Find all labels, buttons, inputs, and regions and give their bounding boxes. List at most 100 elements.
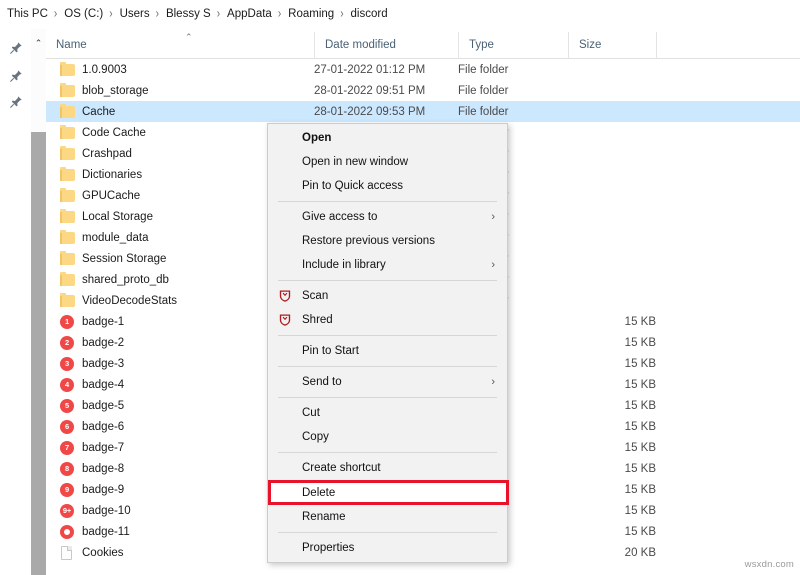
breadcrumb-separator: › [277,7,282,21]
menu-item-cut[interactable]: Cut [268,401,507,425]
menu-item-label: Restore previous versions [302,235,435,247]
pin-icon[interactable] [9,41,23,55]
menu-item-send-to[interactable]: Send to › [268,370,507,394]
folder-icon [60,82,75,98]
file-name-label: badge-9 [82,483,125,496]
folder-icon [60,187,75,203]
file-name-label: Crashpad [82,147,132,160]
menu-item-restore-previous-versions[interactable]: Restore previous versions [268,229,507,253]
file-name-label: badge-5 [82,399,125,412]
badge-icon: 7 [60,440,75,455]
file-size-cell: 15 KB [624,378,656,391]
file-size-cell: 15 KB [624,525,656,538]
scrollbar-thumb[interactable] [31,132,46,575]
menu-item-pin-to-quick-access[interactable]: Pin to Quick access [268,174,507,198]
breadcrumb-item-blessy-s[interactable]: Blessy S [163,8,214,20]
context-menu: Open Open in new window Pin to Quick acces… [267,123,509,563]
folder-icon [60,166,75,182]
folder-icon [60,145,75,161]
file-size-cell [568,59,656,80]
column-header-type[interactable]: Type [458,32,568,58]
table-row[interactable]: blob_storage 28-01-2022 09:51 PM File fold… [46,80,800,101]
table-row[interactable]: Cache 28-01-2022 09:53 PM File folder [46,101,800,122]
file-name-label: badge-7 [82,441,125,454]
menu-item-label: Include in library [302,259,386,271]
menu-item-label: Rename [302,511,346,523]
menu-item-open[interactable]: Open [268,126,507,150]
menu-item-shred[interactable]: Shred [268,308,507,332]
file-size-cell: 15 KB [624,483,656,496]
file-date-cell: 28-01-2022 09:51 PM [314,84,426,97]
menu-separator [278,335,497,336]
breadcrumb-item-roaming[interactable]: Roaming [285,8,337,20]
file-size-cell [568,185,656,206]
breadcrumb-item-os-c[interactable]: OS (C:) [61,8,106,20]
file-name-label: badge-10 [82,504,131,517]
badge-icon: 8 [60,461,75,476]
file-size-cell: 15 KB [624,315,656,328]
column-header-size[interactable]: Size [568,32,656,58]
menu-item-pin-to-start[interactable]: Pin to Start [268,339,507,363]
menu-item-label: Open [302,132,332,144]
menu-item-include-in-library[interactable]: Include in library › [268,253,507,277]
file-name-label: blob_storage [82,84,149,97]
file-name-label: Session Storage [82,252,167,265]
menu-item-properties[interactable]: Properties [268,536,507,560]
folder-icon [60,250,75,266]
file-size-cell: 15 KB [624,462,656,475]
shield-icon [279,290,291,302]
file-name-cell[interactable]: Cache [46,101,314,122]
menu-separator [278,366,497,367]
menu-item-label: Create shortcut [302,462,381,474]
file-name-label: Cookies [82,546,124,559]
menu-item-delete[interactable]: Delete [268,480,507,505]
file-name-label: Code Cache [82,126,146,139]
menu-item-copy[interactable]: Copy [268,425,507,449]
badge-icon: 2 [60,335,75,350]
menu-item-label: Send to [302,376,342,388]
vertical-scrollbar[interactable]: ⌃ [31,29,46,575]
column-header-name[interactable]: Name [46,32,314,58]
pin-icon[interactable] [9,69,23,83]
file-name-label: badge-1 [82,315,125,328]
file-size-cell [568,122,656,143]
menu-item-label: Properties [302,542,355,554]
file-type-cell: File folder [458,63,509,76]
menu-item-scan[interactable]: Scan [268,284,507,308]
menu-separator [278,280,497,281]
file-name-label: badge-2 [82,336,125,349]
column-header-date-modified[interactable]: Date modified [314,32,458,58]
folder-icon [60,124,75,140]
file-name-label: Local Storage [82,210,153,223]
breadcrumb-item-appdata[interactable]: AppData [224,8,275,20]
file-size-cell [568,101,656,122]
file-name-cell[interactable]: 1.0.9003 [46,59,314,80]
file-name-cell[interactable]: blob_storage [46,80,314,101]
breadcrumb-item-users[interactable]: Users [117,8,153,20]
breadcrumb-item-discord[interactable]: discord [348,8,391,20]
scroll-up-caret-icon[interactable]: ⌃ [31,39,46,48]
file-date-cell: 27-01-2022 01:12 PM [314,63,426,76]
column-header-date-label: Date modified [325,39,396,51]
folder-icon [60,292,75,308]
menu-item-open-in-new-window[interactable]: Open in new window [268,150,507,174]
badge-icon: 4 [60,377,75,392]
badge-icon: 3 [60,356,75,371]
pin-icon[interactable] [9,95,23,109]
file-size-cell [568,269,656,290]
file-size-cell: 15 KB [624,336,656,349]
file-icon [60,545,75,560]
menu-item-label: Shred [302,314,333,326]
file-name-label: badge-3 [82,357,125,370]
breadcrumb-item-this-pc[interactable]: This PC [4,8,51,20]
menu-item-label: Cut [302,407,320,419]
table-row[interactable]: 1.0.9003 27-01-2022 01:12 PM File folder [46,59,800,80]
breadcrumb[interactable]: This PC › OS (C:) › Users › Blessy S › AppData › R… [0,0,800,29]
file-name-label: badge-11 [82,525,130,538]
menu-item-rename[interactable]: Rename [268,505,507,529]
menu-item-give-access-to[interactable]: Give access to › [268,205,507,229]
menu-item-label: Delete [302,486,336,499]
menu-item-create-shortcut[interactable]: Create shortcut [268,456,507,480]
file-size-cell [568,206,656,227]
folder-icon [60,208,75,224]
